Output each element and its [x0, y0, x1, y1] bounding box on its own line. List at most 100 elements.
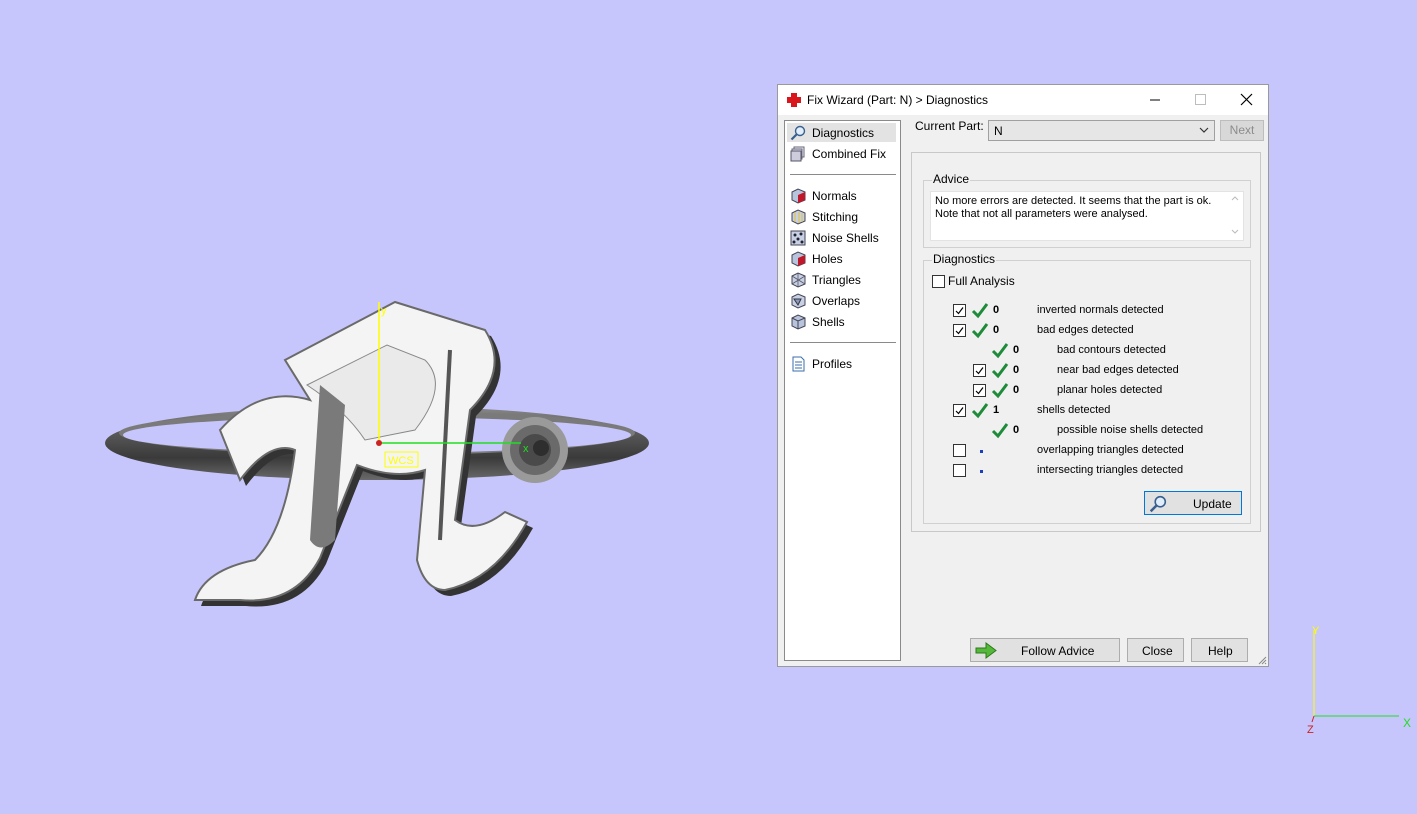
ring-model[interactable]: y x WCS [95, 290, 665, 620]
full-analysis-checkbox[interactable] [932, 275, 945, 288]
sidebar-item-combined-fix[interactable]: Combined Fix [787, 144, 896, 163]
diagnostic-row: 0 bad contours detected [924, 341, 1250, 361]
row-label: shells detected [1037, 404, 1111, 416]
help-label: Help [1208, 644, 1233, 658]
sidebar-item-profiles[interactable]: Profiles [787, 354, 896, 373]
row-checkbox[interactable] [973, 364, 986, 377]
title-bar[interactable]: Fix Wizard (Part: N) > Diagnostics [778, 85, 1268, 115]
combined-fix-icon [790, 146, 805, 162]
advice-text-box[interactable]: No more errors are detected. It seems th… [930, 191, 1244, 241]
advice-title: Advice [932, 172, 971, 186]
origin-y-label: y [381, 305, 387, 317]
diagnostic-row: intersecting triangles detected [924, 461, 1250, 481]
help-button[interactable]: Help [1191, 638, 1248, 662]
sidebar-item-holes[interactable]: Holes [787, 249, 896, 268]
diagnostics-group: Diagnostics Full Analysis 0 inverted nor… [923, 252, 1251, 524]
sidebar-item-label: Holes [812, 252, 843, 266]
minimize-button[interactable] [1132, 85, 1178, 115]
row-count: 0 [1013, 424, 1020, 436]
row-label: planar holes detected [1057, 384, 1163, 396]
row-checkbox[interactable] [953, 404, 966, 417]
close-icon [1240, 93, 1253, 106]
fix-wizard-window: Fix Wizard (Part: N) > Diagnostics Diagn… [777, 84, 1269, 667]
row-checkbox[interactable] [973, 384, 986, 397]
chevron-down-icon [1199, 127, 1209, 133]
sidebar-item-normals[interactable]: Normals [787, 186, 896, 205]
normals-icon [791, 188, 806, 204]
sidebar-divider [790, 342, 896, 343]
profiles-icon [792, 356, 805, 372]
row-count: 0 [1013, 384, 1020, 396]
red-cross-icon [787, 93, 801, 107]
status-dot-icon [980, 450, 983, 453]
green-check-icon [971, 323, 989, 339]
holes-icon [791, 251, 806, 267]
sidebar-item-label: Shells [812, 315, 845, 329]
sidebar-item-triangles[interactable]: Triangles [787, 270, 896, 289]
green-arrow-icon [975, 642, 997, 659]
overlaps-icon [791, 293, 806, 309]
sidebar-item-label: Stitching [812, 210, 859, 224]
window-title: Fix Wizard (Part: N) > Diagnostics [807, 93, 989, 107]
diagnostic-row: 0 bad edges detected [924, 321, 1250, 341]
advice-group: Advice No more errors are detected. It s… [923, 172, 1251, 248]
diagnostic-row: 1 shells detected [924, 401, 1250, 421]
close-button[interactable]: Close [1127, 638, 1184, 662]
row-label: bad edges detected [1037, 324, 1134, 336]
minimize-icon [1150, 99, 1160, 101]
row-label: near bad edges detected [1057, 364, 1179, 376]
stitching-icon [791, 209, 806, 225]
wizard-sidebar: Diagnostics Combined Fix Normals Stitchi… [784, 120, 901, 661]
close-window-button[interactable] [1223, 85, 1269, 115]
sidebar-item-shells[interactable]: Shells [787, 312, 896, 331]
row-checkbox[interactable] [953, 304, 966, 317]
sidebar-item-stitching[interactable]: Stitching [787, 207, 896, 226]
sidebar-item-diagnostics[interactable]: Diagnostics [787, 123, 896, 142]
row-checkbox[interactable] [953, 324, 966, 337]
axis-z-label: Z [1307, 724, 1314, 736]
maximize-icon [1195, 94, 1206, 105]
magnifier-icon [1149, 495, 1167, 513]
wcs-label: WCS [388, 455, 414, 467]
row-label: intersecting triangles detected [1037, 464, 1184, 476]
sidebar-item-noise-shells[interactable]: Noise Shells [787, 228, 896, 247]
diagnostic-row: 0 planar holes detected [924, 381, 1250, 401]
sidebar-item-label: Noise Shells [812, 231, 879, 245]
close-label: Close [1142, 644, 1173, 658]
sidebar-item-label: Diagnostics [812, 126, 875, 140]
row-label: inverted normals detected [1037, 304, 1164, 316]
axis-triad: Y X Z [1307, 625, 1411, 736]
axis-y-label: Y [1312, 625, 1320, 637]
follow-advice-label: Follow Advice [1021, 644, 1095, 658]
origin-x-label: x [523, 443, 529, 455]
green-check-icon [971, 303, 989, 319]
update-button[interactable]: Update [1144, 491, 1242, 515]
follow-advice-button[interactable]: Follow Advice [970, 638, 1120, 662]
green-check-icon [971, 403, 989, 419]
sidebar-item-overlaps[interactable]: Overlaps [787, 291, 896, 310]
diagnostics-title: Diagnostics [932, 252, 997, 266]
green-check-icon [991, 343, 1009, 359]
row-count: 1 [993, 404, 1000, 416]
current-part-value: N [994, 124, 1003, 138]
row-checkbox[interactable] [953, 444, 966, 457]
sidebar-item-label: Normals [812, 189, 857, 203]
row-checkbox[interactable] [953, 464, 966, 477]
advice-scrollbar[interactable] [1227, 192, 1243, 240]
maximize-button[interactable] [1177, 85, 1223, 115]
resize-grip-icon[interactable] [1257, 655, 1267, 665]
green-check-icon [991, 423, 1009, 439]
current-part-select[interactable]: N [988, 120, 1215, 141]
magnifier-icon [790, 125, 806, 141]
sidebar-item-label: Overlaps [812, 294, 861, 308]
next-button[interactable]: Next [1220, 120, 1264, 141]
update-label: Update [1193, 497, 1232, 511]
axis-x-label: X [1403, 716, 1411, 730]
row-label: bad contours detected [1057, 344, 1166, 356]
status-dot-icon [980, 470, 983, 473]
full-analysis-label: Full Analysis [948, 274, 1015, 288]
sidebar-item-label: Triangles [812, 273, 861, 287]
green-check-icon [991, 383, 1009, 399]
triangles-icon [791, 272, 806, 288]
current-part-label: Current Part: [915, 119, 984, 133]
